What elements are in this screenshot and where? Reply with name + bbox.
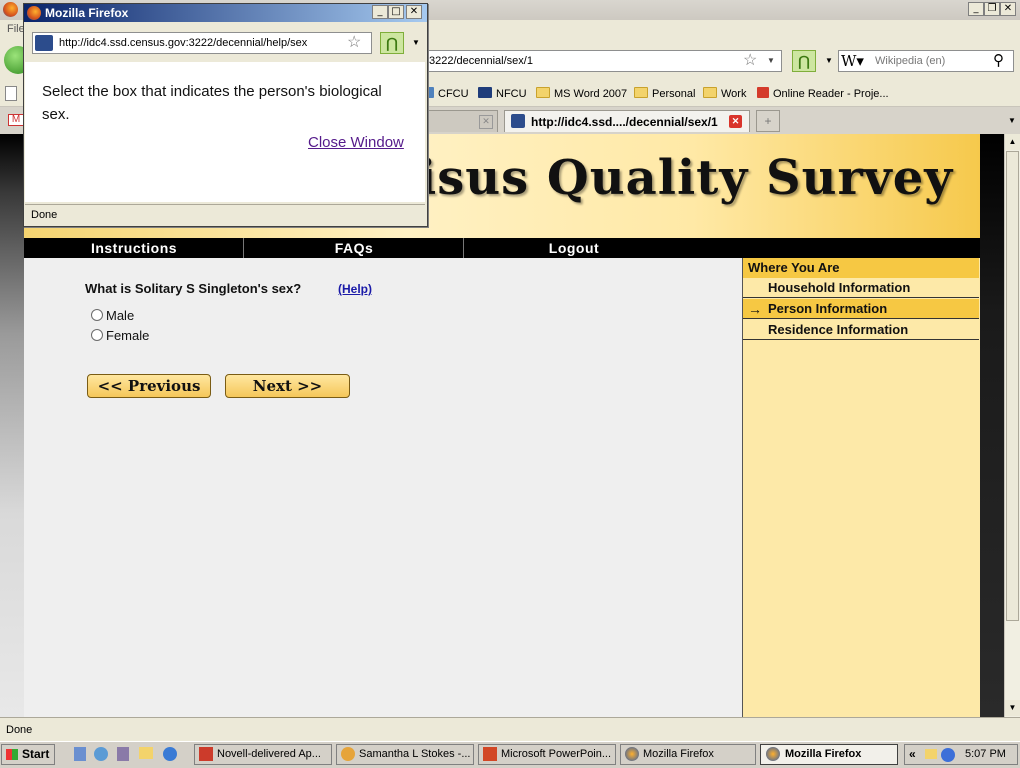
system-tray: « 5:07 PM bbox=[904, 744, 1018, 765]
status-text: Done bbox=[6, 724, 33, 736]
nav-faqs[interactable]: FAQs bbox=[244, 238, 464, 258]
sidebar-item-household: Household Information bbox=[743, 278, 979, 298]
site-identity-icon[interactable] bbox=[35, 35, 53, 51]
restore-button[interactable]: ❐ bbox=[984, 2, 1000, 16]
address-bar[interactable]: 3222/decennial/sex/1 ☆ ▼ bbox=[420, 50, 782, 72]
popup-addon-dropdown-icon[interactable]: ▼ bbox=[412, 38, 420, 47]
tab-close-icon[interactable]: ✕ bbox=[479, 115, 493, 129]
minimize-button[interactable]: _ bbox=[968, 2, 984, 16]
scroll-down-icon[interactable]: ▼ bbox=[1005, 700, 1020, 716]
search-input[interactable]: Wikipedia (en) bbox=[875, 51, 945, 71]
popup-addon-icon[interactable]: ⋂ bbox=[380, 32, 404, 54]
task-icon-firefox bbox=[766, 747, 780, 761]
popup-close-button[interactable]: ✕ bbox=[406, 5, 422, 19]
tab-close-icon[interactable]: ✕ bbox=[729, 115, 742, 128]
current-arrow-icon: → bbox=[748, 301, 762, 317]
firefox-logo-icon bbox=[3, 2, 18, 17]
tray-mail-icon[interactable] bbox=[925, 749, 937, 759]
tab-active[interactable]: http://idc4.ssd..../decennial/sex/1 ✕ bbox=[504, 110, 750, 132]
question-panel bbox=[24, 258, 742, 717]
close-button[interactable]: ✕ bbox=[1000, 2, 1016, 16]
popup-status-text: Done bbox=[31, 209, 58, 221]
option-male-label[interactable]: Male bbox=[106, 308, 134, 323]
close-window-link[interactable]: Close Window bbox=[308, 134, 404, 151]
task-firefox-1[interactable]: Mozilla Firefox bbox=[620, 744, 756, 765]
nfcu-icon bbox=[478, 87, 492, 98]
nav-logout[interactable]: Logout bbox=[464, 238, 684, 258]
quicklaunch-explorer-icon[interactable] bbox=[94, 747, 108, 761]
popup-status-bar: Done bbox=[25, 204, 425, 225]
task-samantha[interactable]: Samantha L Stokes -... bbox=[336, 744, 474, 765]
page-right-gradient bbox=[980, 134, 1004, 717]
search-icon[interactable]: ⚲ bbox=[993, 51, 1004, 71]
folder-icon bbox=[703, 87, 717, 98]
firefox-logo-icon bbox=[27, 6, 41, 20]
windows-logo-icon bbox=[6, 749, 18, 760]
option-female-label[interactable]: Female bbox=[106, 328, 149, 343]
bookmark-work[interactable]: Work bbox=[703, 87, 746, 101]
popup-maximize-button[interactable]: □ bbox=[388, 5, 404, 19]
sidebar-heading: Where You Are bbox=[743, 258, 979, 278]
sidebar-item-person: → Person Information bbox=[743, 299, 979, 319]
folder-icon bbox=[536, 87, 550, 98]
addon-dropdown-icon[interactable]: ▼ bbox=[825, 56, 833, 65]
tray-expand-button[interactable]: « bbox=[909, 747, 916, 761]
bookmark-online-reader[interactable]: Online Reader - Proje... bbox=[757, 87, 889, 101]
url-dropdown-icon[interactable]: ▼ bbox=[767, 51, 775, 71]
help-link[interactable]: (Help) bbox=[338, 282, 372, 296]
tray-network-icon[interactable] bbox=[941, 748, 955, 762]
sidebar-item-residence: Residence Information bbox=[743, 320, 979, 340]
tab-background[interactable]: ✕ bbox=[428, 110, 498, 132]
scroll-thumb[interactable] bbox=[1006, 151, 1019, 621]
new-tab-button[interactable]: + bbox=[756, 110, 780, 132]
addon-icon[interactable]: ⋂ bbox=[792, 50, 816, 72]
clock: 5:07 PM bbox=[965, 748, 1006, 760]
page-left-gradient bbox=[0, 134, 24, 717]
vertical-scrollbar[interactable]: ▲ ▼ bbox=[1004, 134, 1020, 717]
scroll-up-icon[interactable]: ▲ bbox=[1005, 134, 1020, 150]
task-icon-novell bbox=[199, 747, 213, 761]
bookmark-star-icon[interactable]: ☆ bbox=[743, 51, 757, 71]
wikipedia-engine-icon[interactable]: W▾ bbox=[841, 52, 869, 70]
bookmark-star-icon[interactable]: ☆ bbox=[347, 33, 361, 53]
quicklaunch-show-desktop-icon[interactable] bbox=[74, 747, 86, 761]
banner-title: isus Quality Survey bbox=[418, 150, 954, 206]
tab-list-button[interactable]: ▼ bbox=[1004, 110, 1020, 132]
help-text: Select the box that indicates the person… bbox=[42, 83, 382, 123]
nav-instructions[interactable]: Instructions bbox=[24, 238, 244, 258]
start-button[interactable]: Start bbox=[1, 744, 55, 765]
search-box[interactable]: W▾ Wikipedia (en) ⚲ bbox=[838, 50, 1014, 72]
question-text: What is Solitary S Singleton's sex? bbox=[85, 281, 302, 296]
popup-titlebar: Mozilla Firefox _ □ ✕ bbox=[24, 4, 427, 22]
bookmark-personal[interactable]: Personal bbox=[634, 87, 695, 101]
bookmark-cfcu[interactable]: CFCU bbox=[424, 87, 469, 101]
bookmark-ms-word[interactable]: MS Word 2007 bbox=[536, 87, 627, 101]
gmail-icon[interactable]: M bbox=[8, 114, 24, 126]
task-icon-powerpoint bbox=[483, 747, 497, 761]
previous-button[interactable]: << Previous bbox=[87, 374, 211, 398]
radio-female[interactable] bbox=[91, 329, 103, 341]
task-icon-firefox bbox=[625, 747, 639, 761]
folder-icon bbox=[634, 87, 648, 98]
task-novell[interactable]: Novell-delivered Ap... bbox=[194, 744, 332, 765]
popup-address-bar[interactable]: http://idc4.ssd.census.gov:3222/decennia… bbox=[32, 32, 372, 54]
task-powerpoint[interactable]: Microsoft PowerPoin... bbox=[478, 744, 616, 765]
status-bar: Done bbox=[0, 717, 1020, 742]
task-icon-samantha bbox=[341, 747, 355, 761]
tab-favicon-icon bbox=[511, 114, 525, 128]
popup-minimize-button[interactable]: _ bbox=[372, 5, 388, 19]
bookmark-nfcu[interactable]: NFCU bbox=[478, 87, 527, 101]
page-icon bbox=[5, 86, 17, 101]
popup-address-text: http://idc4.ssd.census.gov:3222/decennia… bbox=[59, 37, 308, 49]
popup-title: Mozilla Firefox bbox=[45, 6, 129, 20]
radio-male[interactable] bbox=[91, 309, 103, 321]
quicklaunch-folder-icon[interactable] bbox=[139, 747, 153, 759]
address-text: 3222/decennial/sex/1 bbox=[429, 55, 533, 67]
next-button[interactable]: Next >> bbox=[225, 374, 350, 398]
online-reader-icon bbox=[757, 87, 769, 98]
quicklaunch-ie-icon[interactable] bbox=[163, 747, 177, 761]
quicklaunch-app-icon[interactable] bbox=[117, 747, 129, 761]
task-firefox-2[interactable]: Mozilla Firefox bbox=[760, 744, 898, 765]
